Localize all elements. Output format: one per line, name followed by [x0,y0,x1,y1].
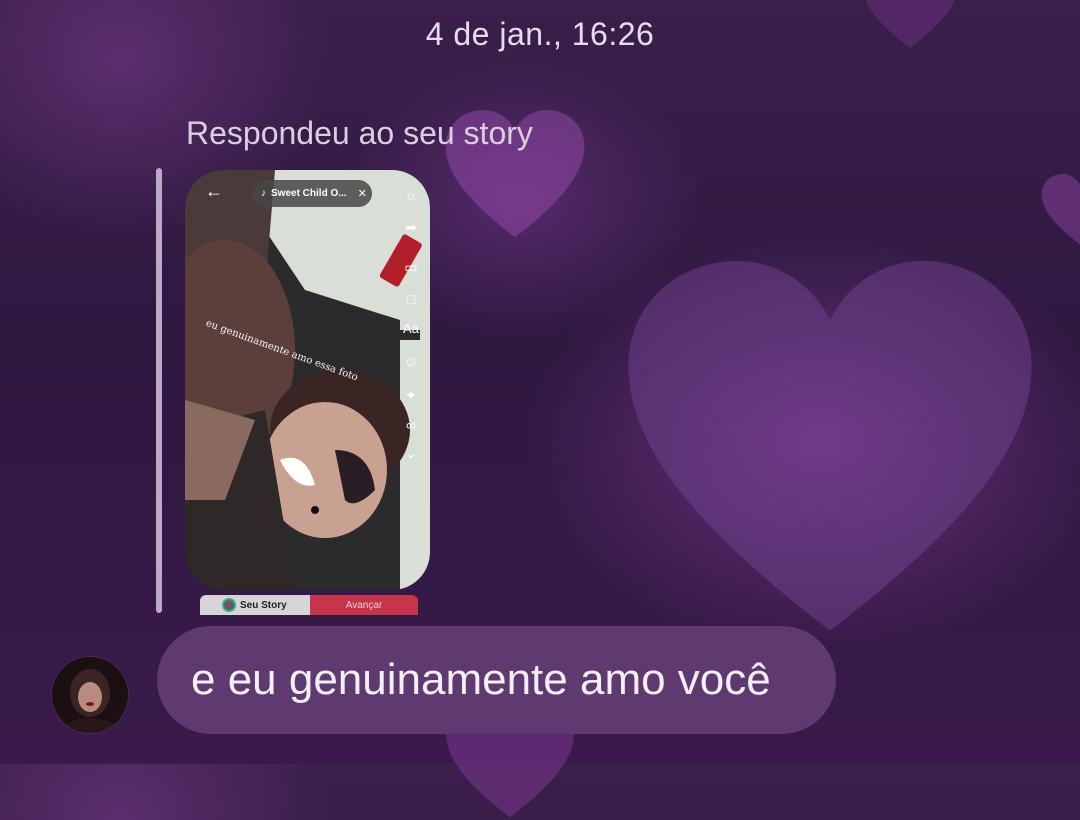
heart-decoration-right [1041,174,1080,245]
story-preview-thumbnail[interactable] [185,170,430,590]
your-story-button[interactable]: Seu Story [200,595,310,615]
effects-icon[interactable]: ∞ [400,414,422,436]
advance-label: Avançar [345,599,383,611]
emoji-icon[interactable]: ☺ [400,350,422,372]
sparkle-icon[interactable]: ✦ [400,384,422,406]
story-avatar-icon [222,598,236,612]
avatar-photo [52,657,128,733]
story-reply-label: Respondeu ao seu story [186,115,533,151]
text-icon[interactable]: Aa [400,318,422,340]
share-icon[interactable]: ➦ [400,216,422,238]
story-photo [185,170,430,590]
music-sticker[interactable]: ♪ Sweet Child O... ✕ [252,180,372,207]
music-title: Sweet Child O... [271,188,347,199]
sticker-icon[interactable]: □ [400,288,422,310]
reply-indicator-bar [156,168,162,613]
settings-icon[interactable]: ☼ [400,184,422,206]
story-footer: Seu Story Avançar [200,595,418,615]
close-icon[interactable]: ✕ [358,187,367,200]
frame-icon[interactable]: ▭ [400,256,422,278]
chevron-down-icon[interactable]: ⌄ [400,442,422,464]
message-timestamp: 4 de jan., 16:26 [425,16,655,52]
advance-button[interactable]: Avançar [310,595,418,615]
sender-avatar[interactable] [52,657,128,733]
back-arrow-icon[interactable]: ← [205,181,223,202]
message-text: e eu genuinamente amo você [191,655,771,704]
heart-decoration-large [628,261,1032,631]
message-bubble[interactable]: e eu genuinamente amo você [157,626,836,734]
music-note-icon: ♪ [261,188,266,199]
your-story-label: Seu Story [240,599,287,611]
